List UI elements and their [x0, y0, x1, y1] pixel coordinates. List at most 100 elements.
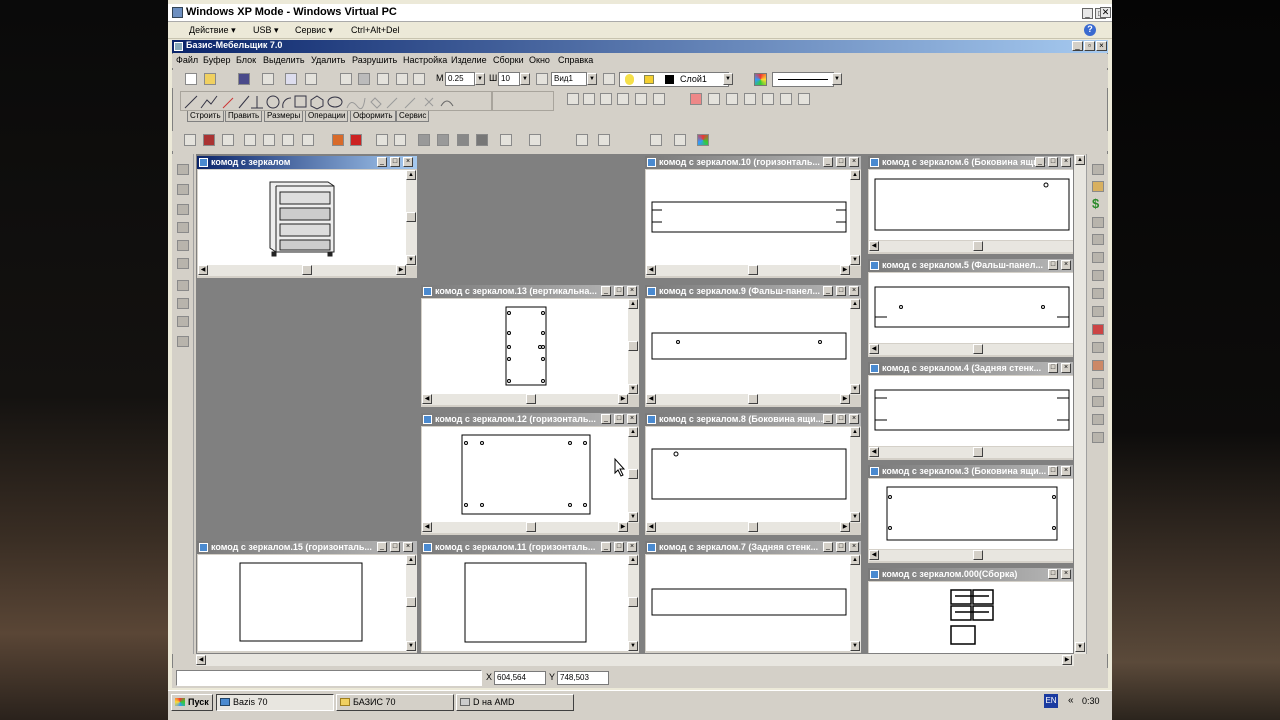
viewport-canvas[interactable]	[869, 273, 1073, 343]
ortho-icon[interactable]	[340, 73, 352, 85]
scroll-thumb[interactable]	[406, 597, 416, 607]
taskbar-item-bazis[interactable]: Bazis 70	[216, 694, 334, 711]
scroll-right[interactable]: ▶	[840, 394, 850, 404]
maximize-button[interactable]: □	[614, 286, 624, 296]
iso-view-1-icon[interactable]	[244, 134, 256, 146]
scroll-down[interactable]: ▼	[628, 384, 638, 394]
minimize-button[interactable]: _	[823, 157, 833, 167]
vertical-scrollbar[interactable]: ▲ ▼	[850, 427, 861, 523]
close-button[interactable]: ×	[403, 157, 413, 167]
scissors-icon[interactable]	[650, 134, 662, 146]
rgb-icon[interactable]	[697, 134, 709, 146]
tab-service[interactable]: Сервис	[396, 111, 430, 122]
viewport-canvas[interactable]	[646, 555, 850, 651]
shade-2-icon[interactable]	[437, 134, 449, 146]
text-icon[interactable]	[780, 93, 792, 105]
right-tool-2-icon[interactable]	[1092, 181, 1104, 192]
viewport-canvas[interactable]	[646, 299, 850, 394]
scroll-right[interactable]: ▶	[618, 522, 628, 532]
scroll-right[interactable]: ▶	[618, 394, 628, 404]
menu-block[interactable]: Блок	[236, 55, 256, 65]
left-tool-9-icon[interactable]	[177, 316, 189, 327]
layer-dropdown[interactable]: ▼	[723, 73, 733, 85]
left-tool-3-icon[interactable]	[177, 204, 189, 215]
scroll-left[interactable]: ◀	[198, 265, 208, 275]
left-tool-7-icon[interactable]	[177, 280, 189, 291]
maximize-button[interactable]: □	[1048, 260, 1058, 270]
right-tool-4-icon[interactable]	[1092, 217, 1104, 228]
list-icon[interactable]	[576, 134, 588, 146]
left-tool-8-icon[interactable]	[177, 298, 189, 309]
host-menu-ctrl-alt-del[interactable]: Ctrl+Alt+Del	[351, 25, 400, 35]
left-tool-10-icon[interactable]	[177, 336, 189, 347]
mdi-scroll-left[interactable]: ◀	[196, 655, 206, 665]
iso-view-4-icon[interactable]	[302, 134, 314, 146]
select-pointer-icon[interactable]	[690, 93, 702, 105]
window-part-3[interactable]: комод с зеркалом.3 (Боковина ящи... □ × ◀	[867, 464, 1074, 564]
open-folder-icon[interactable]	[204, 73, 216, 85]
mdi-vertical-scrollbar[interactable]: ▲ ▼	[1074, 155, 1086, 654]
menu-select[interactable]: Выделить	[263, 55, 305, 65]
minimize-button[interactable]: _	[377, 157, 387, 167]
light-icon[interactable]	[500, 134, 512, 146]
minimize-button[interactable]: _	[1035, 157, 1045, 167]
window-part-15[interactable]: комод с зеркалом.15 (горизонталь... _ □ × …	[196, 540, 418, 654]
rotate-icon[interactable]	[376, 134, 388, 146]
tab-edit[interactable]: Править	[225, 111, 263, 122]
menu-delete[interactable]: Удалить	[311, 55, 345, 65]
left-tool-6-icon[interactable]	[177, 258, 189, 269]
vertical-scrollbar[interactable]: ▲ ▼	[406, 170, 417, 266]
right-tool-15-icon[interactable]	[1092, 414, 1104, 425]
horizontal-scrollbar[interactable]: ◀	[869, 241, 1073, 252]
horizontal-scrollbar[interactable]: ◀ ▶	[198, 265, 406, 276]
scroll-up[interactable]: ▲	[628, 299, 638, 309]
minimize-button[interactable]: _	[377, 542, 387, 552]
window-part-6[interactable]: комод с зеркалом.6 (Боковина ящи... _ □ × …	[867, 155, 1074, 255]
lock-icon[interactable]	[644, 75, 654, 84]
vertical-scrollbar[interactable]: ▲ ▼	[850, 170, 861, 266]
panel-icon[interactable]	[184, 134, 196, 146]
scroll-down[interactable]: ▼	[850, 512, 860, 522]
right-tool-6-icon[interactable]	[1092, 252, 1104, 263]
zoom-previous-icon[interactable]	[653, 93, 665, 105]
menu-window[interactable]: Окно	[529, 55, 550, 65]
scroll-left[interactable]: ◀	[646, 522, 656, 532]
draw-tools-icons[interactable]	[181, 92, 493, 112]
iso-view-3-icon[interactable]	[282, 134, 294, 146]
shade-3-icon[interactable]	[457, 134, 469, 146]
right-tool-7-icon[interactable]	[1092, 270, 1104, 281]
window-part-12[interactable]: комод с зеркалом.12 (горизонталь... _ □ × …	[420, 412, 640, 536]
maximize-button[interactable]: □	[836, 286, 846, 296]
maximize-button[interactable]: □	[1048, 569, 1058, 579]
new-file-icon[interactable]	[185, 73, 197, 85]
host-close-button[interactable]: ✕	[1100, 7, 1111, 18]
zoom-window-icon[interactable]	[617, 93, 629, 105]
light-bulb-icon[interactable]	[625, 74, 634, 85]
horizontal-scrollbar[interactable]: ◀	[869, 447, 1073, 458]
pan-icon[interactable]	[567, 93, 579, 105]
viewport-canvas[interactable]	[869, 376, 1073, 446]
minimize-button[interactable]: _	[823, 542, 833, 552]
line-type-dropdown[interactable]: ▼	[832, 73, 842, 85]
vertical-scrollbar[interactable]: ▲ ▼	[850, 555, 861, 652]
scroll-thumb[interactable]	[526, 522, 536, 532]
hatch-icon[interactable]	[762, 93, 774, 105]
scroll-thumb[interactable]	[973, 241, 983, 251]
scroll-left[interactable]: ◀	[869, 344, 879, 354]
scroll-left[interactable]: ◀	[869, 550, 879, 560]
maximize-button[interactable]: □	[390, 157, 400, 167]
tab-operations[interactable]: Операции	[305, 111, 349, 122]
close-button[interactable]: ×	[627, 414, 637, 424]
right-tool-11-icon[interactable]	[1092, 342, 1104, 353]
horizontal-scrollbar[interactable]: ◀	[869, 550, 1073, 561]
menu-destroy[interactable]: Разрушить	[352, 55, 397, 65]
right-tool-13-icon[interactable]	[1092, 378, 1104, 389]
viewport-canvas[interactable]	[646, 170, 850, 265]
menu-product[interactable]: Изделие	[451, 55, 487, 65]
line-weight-field[interactable]: 0.25	[445, 72, 475, 86]
undo-icon[interactable]	[285, 73, 297, 85]
camera-icon[interactable]	[529, 134, 541, 146]
window-part-7[interactable]: комод с зеркалом.7 (Задняя стенк... _ □ × …	[644, 540, 862, 654]
window-part-13[interactable]: комод с зеркалом.13 (вертикальна... _ □ × …	[420, 284, 640, 408]
close-button[interactable]: ×	[849, 542, 859, 552]
